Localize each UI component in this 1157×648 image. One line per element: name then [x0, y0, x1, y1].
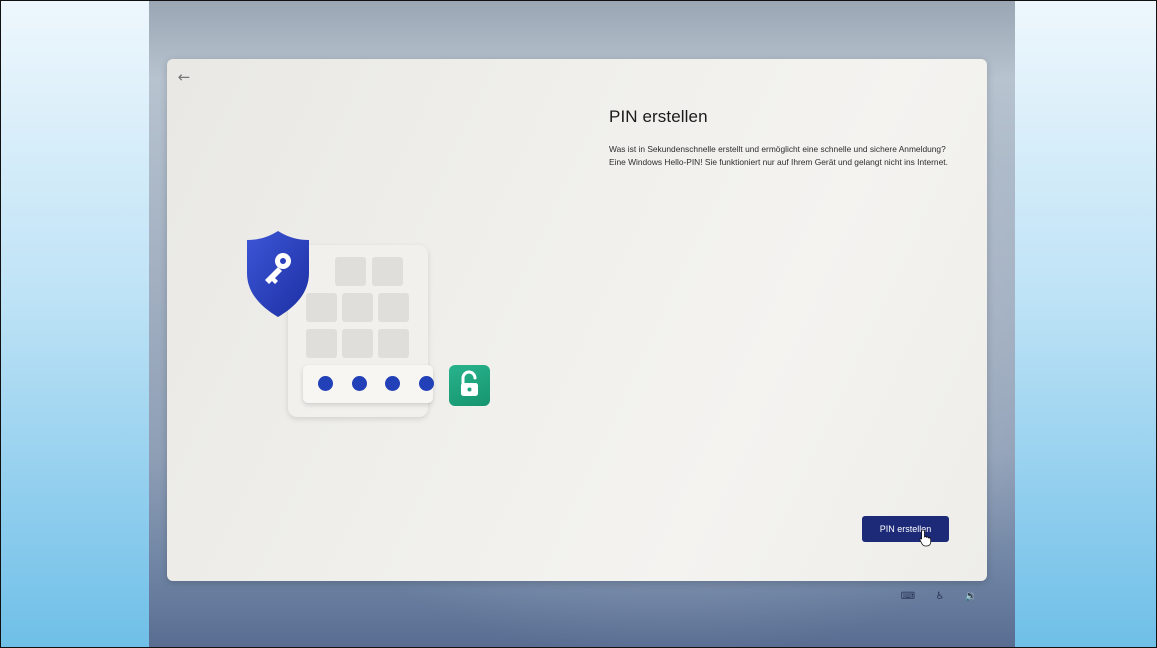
screen-photo: ← PIN erstellen Was ist in Sekundenschne…: [149, 1, 1015, 647]
keypad-key: [372, 257, 403, 286]
keypad-key: [335, 257, 366, 286]
unlocked-padlock-icon: [449, 365, 490, 406]
back-arrow-icon[interactable]: ←: [174, 67, 194, 87]
pin-dot: [318, 376, 333, 391]
pin-dot: [385, 376, 400, 391]
accessibility-icon[interactable]: ♿: [931, 590, 949, 604]
pin-dot: [352, 376, 367, 391]
shield-key-icon: [245, 229, 311, 319]
hand-cursor-icon: [919, 529, 932, 547]
keypad-key: [378, 329, 409, 358]
oobe-dialog: ← PIN erstellen Was ist in Sekundenschne…: [167, 59, 987, 581]
page-description: Was ist in Sekundenschnelle erstellt und…: [609, 144, 948, 167]
screenshot-frame: ← PIN erstellen Was ist in Sekundenschne…: [0, 0, 1157, 648]
keypad-key: [342, 329, 373, 358]
keyboard-icon[interactable]: ⌨: [899, 590, 917, 604]
pin-entry-bar: [303, 365, 434, 403]
keypad-key: [378, 293, 409, 322]
page-title: PIN erstellen: [609, 107, 708, 126]
pin-illustration: [245, 229, 505, 429]
volume-icon[interactable]: 🔉: [962, 590, 980, 604]
keypad-key: [342, 293, 373, 322]
create-pin-button[interactable]: PIN erstellen: [862, 516, 949, 542]
pin-dot: [419, 376, 434, 391]
keypad-key: [306, 329, 337, 358]
